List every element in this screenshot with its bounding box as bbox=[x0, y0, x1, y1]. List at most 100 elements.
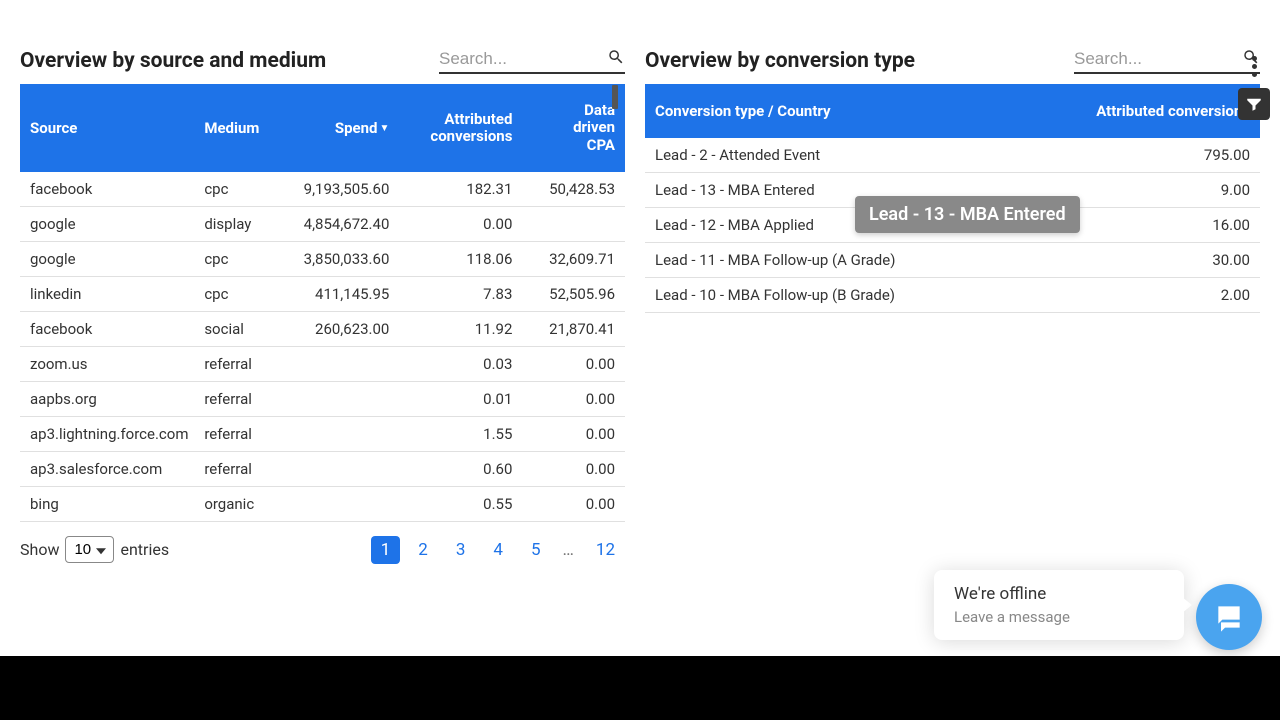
cell-spend bbox=[287, 346, 400, 381]
cell-attr: 0.00 bbox=[399, 206, 522, 241]
cell-source: linkedin bbox=[20, 276, 194, 311]
cell-attr: 0.60 bbox=[399, 451, 522, 486]
page-3[interactable]: 3 bbox=[446, 536, 476, 564]
table-row[interactable]: facebook cpc 9,193,505.60 182.31 50,428.… bbox=[20, 172, 625, 207]
cell-cpa: 32,609.71 bbox=[522, 241, 625, 276]
panel-title-left: Overview by source and medium bbox=[20, 49, 326, 73]
table-footer: Show 10 entries 1 2 3 4 5 … 12 bbox=[20, 536, 625, 564]
table-row[interactable]: Lead - 2 - Attended Event 795.00 bbox=[645, 138, 1260, 173]
table-row[interactable]: aapbs.org referral 0.01 0.00 bbox=[20, 381, 625, 416]
th-spend[interactable]: Spend▼ bbox=[287, 84, 400, 172]
cell-source: facebook bbox=[20, 172, 194, 207]
cell-attr: 0.03 bbox=[399, 346, 522, 381]
cell-medium: cpc bbox=[194, 172, 286, 207]
cell-cpa: 0.00 bbox=[522, 486, 625, 521]
panel-header-right: Overview by conversion type bbox=[645, 48, 1260, 74]
table-row[interactable]: linkedin cpc 411,145.95 7.83 52,505.96 bbox=[20, 276, 625, 311]
cell-medium: referral bbox=[194, 416, 286, 451]
th-cpa[interactable]: DatadrivenCPA bbox=[522, 84, 625, 172]
cell-spend bbox=[287, 416, 400, 451]
cell-medium: social bbox=[194, 311, 286, 346]
cell-spend: 411,145.95 bbox=[287, 276, 400, 311]
cell-source: google bbox=[20, 206, 194, 241]
page-5[interactable]: 5 bbox=[521, 536, 551, 564]
th-attributed[interactable]: Attributedconversions bbox=[399, 84, 522, 172]
kebab-menu-icon[interactable] bbox=[1242, 54, 1266, 78]
cell-conv-type: Lead - 2 - Attended Event bbox=[645, 138, 1045, 173]
cell-medium: referral bbox=[194, 346, 286, 381]
th-source[interactable]: Source bbox=[20, 84, 194, 172]
table-row[interactable]: zoom.us referral 0.03 0.00 bbox=[20, 346, 625, 381]
cell-source: facebook bbox=[20, 311, 194, 346]
bottom-bar bbox=[0, 656, 1280, 720]
chat-fab[interactable] bbox=[1196, 584, 1262, 650]
table-row[interactable]: Lead - 11 - MBA Follow-up (A Grade) 30.0… bbox=[645, 243, 1260, 278]
chat-widget[interactable]: We're offline Leave a message bbox=[934, 570, 1184, 640]
panel-header-left: Overview by source and medium bbox=[20, 48, 625, 74]
table-row[interactable]: google display 4,854,672.40 0.00 bbox=[20, 206, 625, 241]
cell-spend: 3,850,033.60 bbox=[287, 241, 400, 276]
cell-cpa: 0.00 bbox=[522, 346, 625, 381]
cell-cpa: 21,870.41 bbox=[522, 311, 625, 346]
cell-attr: 0.01 bbox=[399, 381, 522, 416]
cell-cpa: 0.00 bbox=[522, 451, 625, 486]
cell-spend bbox=[287, 486, 400, 521]
table-source-medium: Source Medium Spend▼ Attributedconversio… bbox=[20, 84, 625, 522]
entries-select[interactable]: 10 bbox=[65, 536, 114, 563]
cell-conv-value: 795.00 bbox=[1045, 138, 1260, 173]
page-12[interactable]: 12 bbox=[586, 536, 625, 564]
cell-conv-type: Lead - 11 - MBA Follow-up (A Grade) bbox=[645, 243, 1045, 278]
panel-title-right: Overview by conversion type bbox=[645, 49, 915, 73]
cell-medium: referral bbox=[194, 451, 286, 486]
cell-conv-value: 30.00 bbox=[1045, 243, 1260, 278]
search-wrap-right bbox=[1074, 48, 1260, 74]
cell-cpa: 50,428.53 bbox=[522, 172, 625, 207]
cell-spend bbox=[287, 381, 400, 416]
chat-icon bbox=[1213, 601, 1245, 633]
cell-attr: 118.06 bbox=[399, 241, 522, 276]
table-row[interactable]: Lead - 10 - MBA Follow-up (B Grade) 2.00 bbox=[645, 278, 1260, 313]
table-row[interactable]: google cpc 3,850,033.60 118.06 32,609.71 bbox=[20, 241, 625, 276]
filter-button[interactable] bbox=[1238, 88, 1270, 120]
cell-source: bing bbox=[20, 486, 194, 521]
cell-attr: 11.92 bbox=[399, 311, 522, 346]
th-conv-type[interactable]: Conversion type / Country bbox=[645, 84, 1045, 138]
panel-source-medium: Overview by source and medium Source Med… bbox=[20, 48, 625, 564]
chat-status: We're offline bbox=[954, 584, 1164, 604]
page-2[interactable]: 2 bbox=[408, 536, 438, 564]
th-medium[interactable]: Medium bbox=[194, 84, 286, 172]
cell-spend: 260,623.00 bbox=[287, 311, 400, 346]
page-1[interactable]: 1 bbox=[371, 536, 401, 564]
cell-attr: 0.55 bbox=[399, 486, 522, 521]
table-row[interactable]: bing organic 0.55 0.00 bbox=[20, 486, 625, 521]
show-label: Show bbox=[20, 540, 59, 559]
column-resize-handle[interactable] bbox=[612, 85, 618, 109]
search-wrap-left bbox=[439, 48, 625, 74]
cell-source: ap3.salesforce.com bbox=[20, 451, 194, 486]
search-input-right[interactable] bbox=[1074, 49, 1234, 69]
cell-spend: 9,193,505.60 bbox=[287, 172, 400, 207]
table-row[interactable]: ap3.lightning.force.com referral 1.55 0.… bbox=[20, 416, 625, 451]
cell-attr: 1.55 bbox=[399, 416, 522, 451]
show-entries: Show 10 entries bbox=[20, 536, 169, 563]
cell-spend bbox=[287, 451, 400, 486]
cell-cpa bbox=[522, 206, 625, 241]
cell-spend: 4,854,672.40 bbox=[287, 206, 400, 241]
th-attr-conv[interactable]: Attributed conversions bbox=[1045, 84, 1260, 138]
cell-source: google bbox=[20, 241, 194, 276]
search-input-left[interactable] bbox=[439, 49, 599, 69]
cell-medium: organic bbox=[194, 486, 286, 521]
cell-conv-value: 2.00 bbox=[1045, 278, 1260, 313]
cell-medium: display bbox=[194, 206, 286, 241]
table-row[interactable]: facebook social 260,623.00 11.92 21,870.… bbox=[20, 311, 625, 346]
cell-cpa: 0.00 bbox=[522, 416, 625, 451]
panel-conversion-type: Overview by conversion type Conversion t… bbox=[645, 48, 1260, 564]
page-ellipsis: … bbox=[559, 540, 578, 560]
table-row[interactable]: ap3.salesforce.com referral 0.60 0.00 bbox=[20, 451, 625, 486]
cell-medium: cpc bbox=[194, 276, 286, 311]
cell-conv-type: Lead - 10 - MBA Follow-up (B Grade) bbox=[645, 278, 1045, 313]
page-4[interactable]: 4 bbox=[483, 536, 513, 564]
search-icon[interactable] bbox=[607, 48, 625, 70]
panel-right-controls bbox=[1238, 54, 1270, 120]
entries-label: entries bbox=[120, 540, 169, 559]
